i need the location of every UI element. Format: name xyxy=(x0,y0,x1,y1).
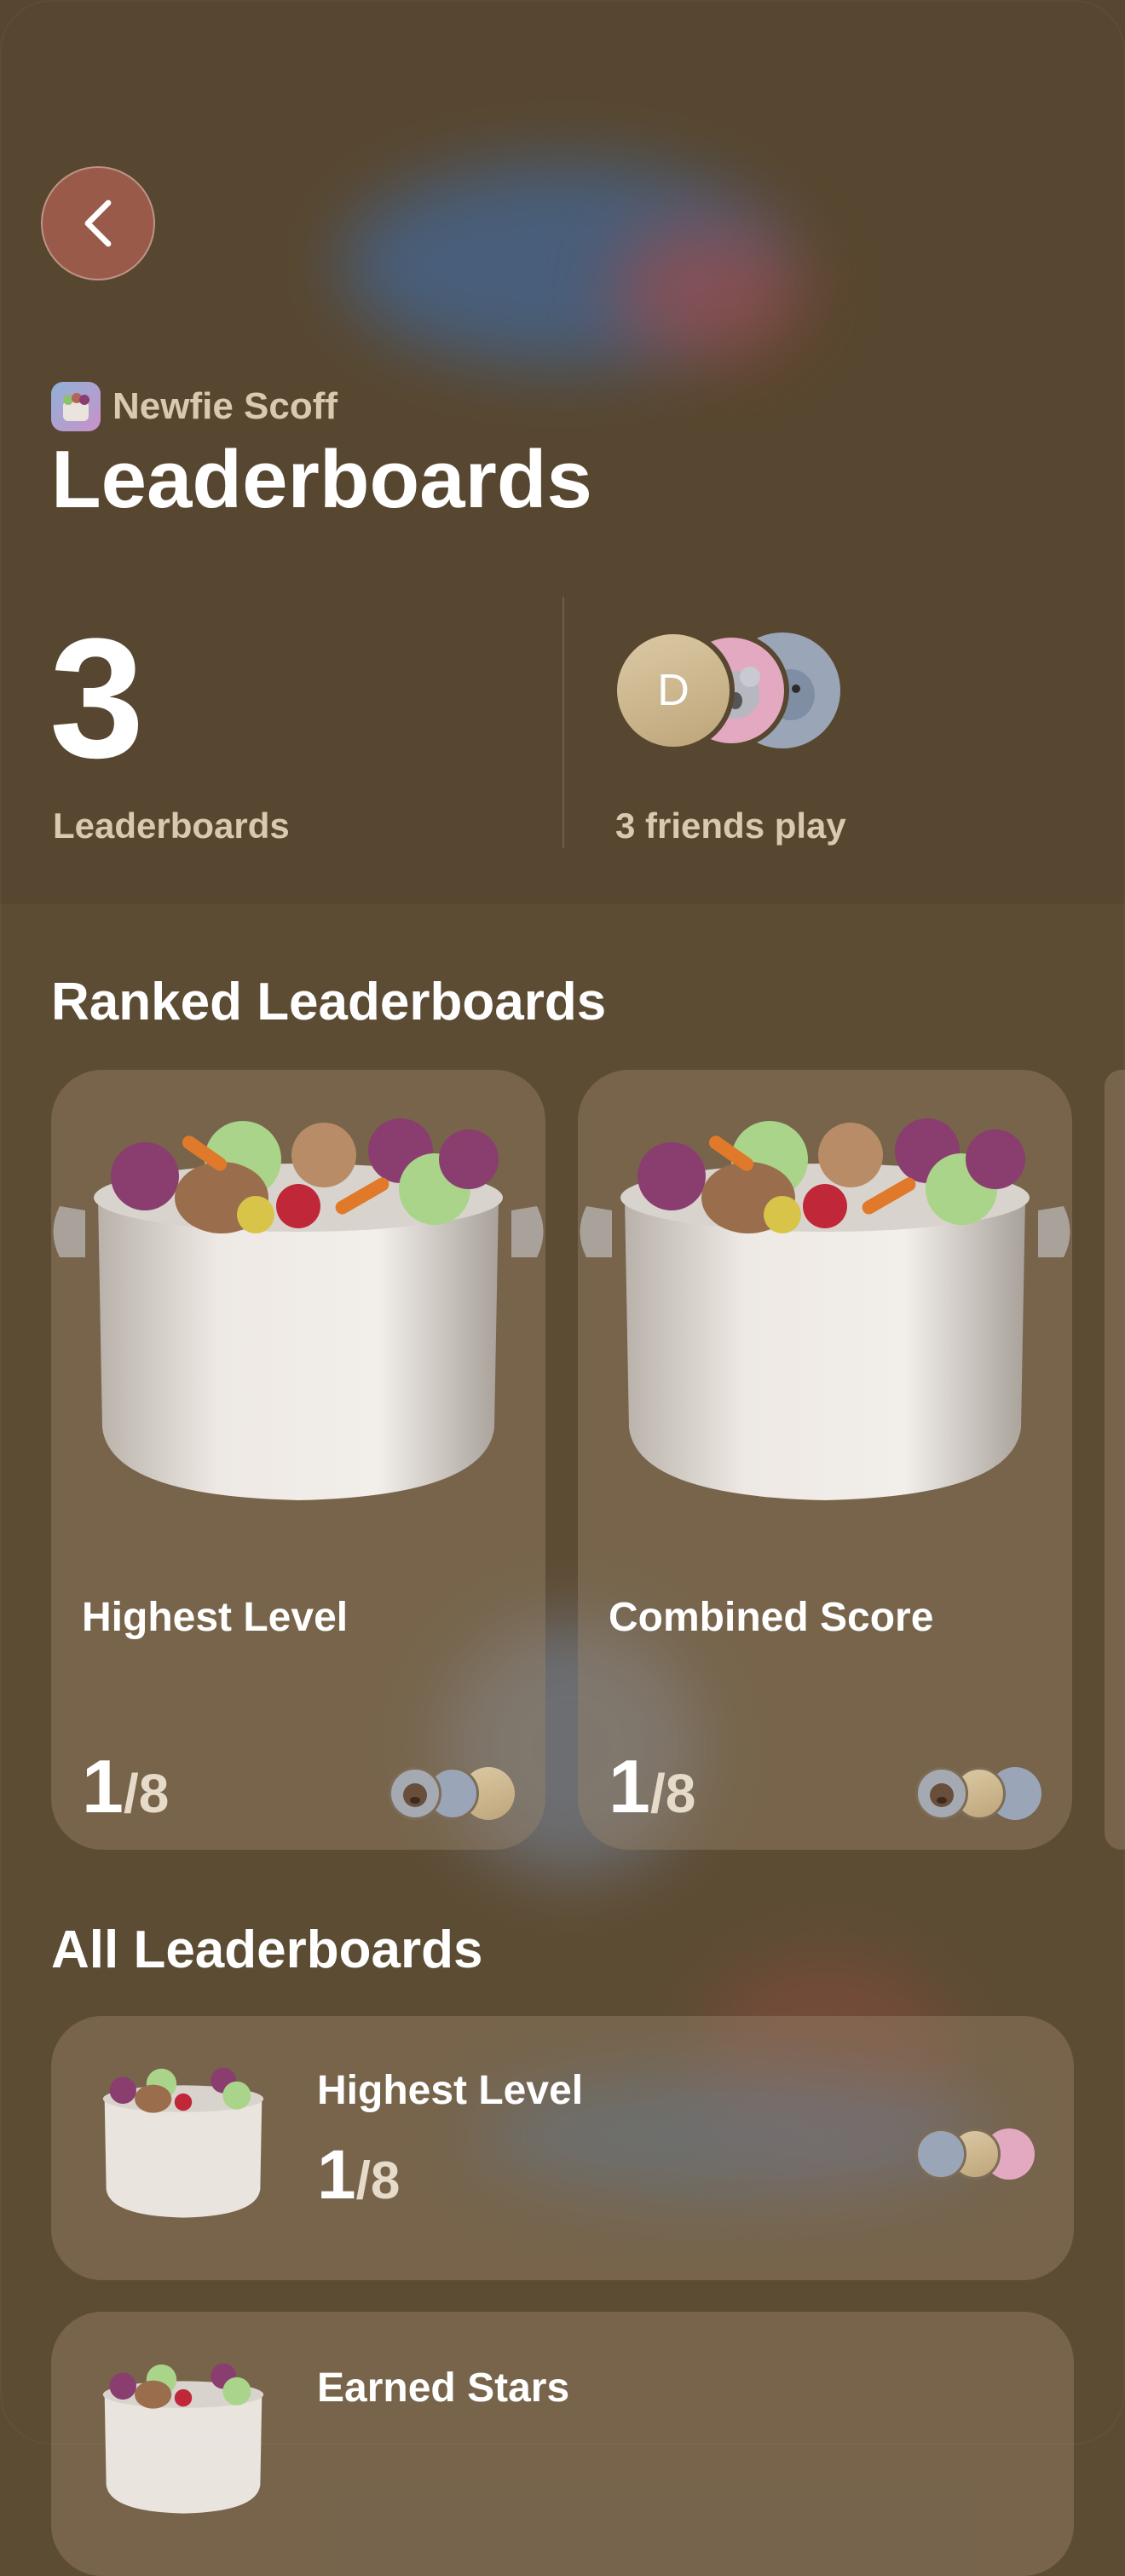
initial-avatar: D xyxy=(612,629,735,752)
card-friends-avatars xyxy=(915,1767,1043,1822)
row-title: Earned Stars xyxy=(317,2365,570,2411)
rank-total: /8 xyxy=(355,2151,401,2210)
page-title: Leaderboards xyxy=(51,434,592,525)
stew-pot-image xyxy=(580,1118,1070,1500)
divider xyxy=(562,597,564,848)
card-friends-avatars xyxy=(389,1767,516,1822)
rank-value: 1 xyxy=(82,1744,124,1828)
section-title-ranked: Ranked Leaderboards xyxy=(51,973,607,1031)
rank-value: 1 xyxy=(609,1744,650,1828)
card-title: Combined Score xyxy=(609,1595,934,1640)
stew-pot-thumbnail xyxy=(102,2067,264,2218)
leaderboard-count: 3 xyxy=(49,604,145,794)
friends-play-label: 3 friends play xyxy=(615,806,846,846)
stew-pot-image xyxy=(53,1118,544,1500)
boar-memoji-avatar xyxy=(915,1767,968,1820)
ranked-card-peek[interactable] xyxy=(1105,1070,1125,1850)
rank-value: 1 xyxy=(317,2136,356,2214)
leaderboard-row-earned-stars[interactable]: Earned Stars xyxy=(51,2312,1074,2576)
app-name: Newfie Scoff xyxy=(112,385,338,427)
stew-pot-icon xyxy=(51,382,101,431)
row-rank: 1/8 xyxy=(317,2135,400,2215)
chevron-left-icon xyxy=(84,199,112,247)
stew-pot-thumbnail xyxy=(102,2363,264,2514)
app-header[interactable]: Newfie Scoff xyxy=(51,382,338,431)
blurred-artwork xyxy=(614,222,801,358)
rank-total: /8 xyxy=(123,1763,170,1824)
back-button[interactable] xyxy=(41,166,155,280)
ranked-card-combined-score[interactable]: Combined Score 1/8 xyxy=(578,1070,1072,1850)
row-friends-avatars xyxy=(915,2128,1035,2183)
shark-memoji-avatar xyxy=(915,2128,966,2180)
ranked-card-highest-level[interactable]: Highest Level 1/8 xyxy=(51,1070,545,1850)
section-title-all: All Leaderboards xyxy=(51,1920,483,1979)
card-rank: 1/8 xyxy=(609,1743,695,1830)
card-rank: 1/8 xyxy=(82,1743,169,1830)
card-title: Highest Level xyxy=(82,1595,349,1640)
boar-memoji-avatar xyxy=(389,1767,441,1820)
rank-total: /8 xyxy=(649,1763,696,1824)
leaderboard-row-highest-level[interactable]: Highest Level 1/8 xyxy=(51,2016,1074,2280)
leaderboard-count-label: Leaderboards xyxy=(53,806,290,846)
avatar-initial: D xyxy=(657,666,689,715)
row-title: Highest Level xyxy=(317,2068,584,2113)
